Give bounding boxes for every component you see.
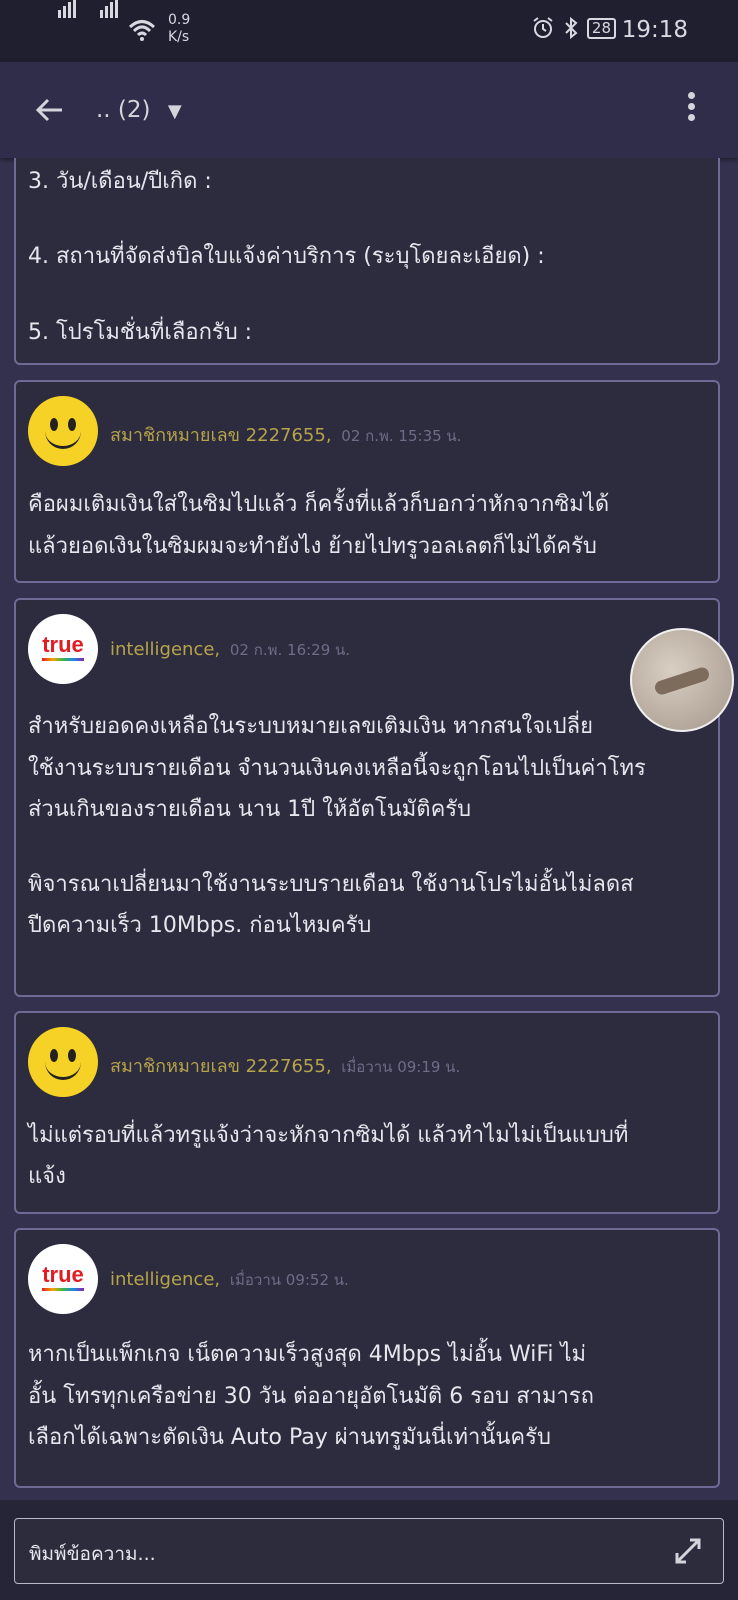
form-card: 3. วัน/เดือน/ปีเกิด : 4. สถานที่จัดส่งบิ… bbox=[14, 158, 720, 365]
message-input[interactable]: พิมพ์ข้อความ... bbox=[14, 1518, 724, 1584]
message-feed[interactable]: 3. วัน/เดือน/ปีเกิด : 4. สถานที่จัดส่งบิ… bbox=[0, 158, 738, 1500]
battery-icon: 28 bbox=[586, 17, 616, 39]
message-text: ไม่แต่รอบที่แล้วทรูแจ้งว่าจะหักจากซิมได้… bbox=[28, 1123, 629, 1148]
true-logo: true bbox=[28, 1244, 98, 1314]
author-name[interactable]: intelligence, bbox=[110, 639, 220, 660]
message-time: เมื่อวาน 09:52 น. bbox=[229, 1271, 349, 1289]
network-speed: 0.9 K/s bbox=[168, 12, 191, 45]
clock: 19:18 bbox=[621, 17, 688, 43]
message-time: 02 ก.พ. 16:29 น. bbox=[229, 641, 351, 659]
author-name[interactable]: สมาชิกหมายเลข 2227655, bbox=[110, 1056, 332, 1077]
message-author: intelligence, 02 ก.พ. 16:29 น. bbox=[110, 638, 350, 662]
status-bar: 0.9 K/s 28 19:18 bbox=[0, 0, 738, 62]
form-line: 3. วัน/เดือน/ปีเกิด : bbox=[28, 169, 212, 194]
chevron-down-icon: ▼ bbox=[167, 101, 182, 122]
message-author: สมาชิกหมายเลข 2227655, เมื่อวาน 09:19 น. bbox=[110, 1051, 460, 1080]
message-time: 02 ก.พ. 15:35 น. bbox=[341, 427, 462, 445]
expand-icon[interactable] bbox=[673, 1536, 703, 1566]
message-text: ปีดความเร็ว 10Mbps. ก่อนไหมครับ bbox=[28, 913, 372, 938]
composer-bar: พิมพ์ข้อความ... bbox=[0, 1500, 738, 1600]
form-line: 5. โปรโมชั่นที่เลือกรับ : bbox=[28, 320, 253, 345]
message-text: สำหรับยอดคงเหลือในระบบหมายเลขเติมเงิน หา… bbox=[28, 714, 593, 739]
message-card: สมาชิกหมายเลข 2227655, 02 ก.พ. 15:35 น. … bbox=[14, 380, 720, 583]
thread-title: .. (2) bbox=[96, 97, 151, 123]
form-line: 4. สถานที่จัดส่งบิลใบแจ้งค่าบริการ (ระบุ… bbox=[28, 244, 545, 269]
message-card: สมาชิกหมายเลข 2227655, เมื่อวาน 09:19 น.… bbox=[14, 1011, 720, 1214]
message-time: เมื่อวาน 09:19 น. bbox=[341, 1058, 461, 1076]
message-text: เลือกได้เฉพาะตัดเงิน Auto Pay ผ่านทรูมัน… bbox=[28, 1425, 551, 1450]
message-text: หากเป็นแพ็กเกจ เน็ตความเร็วสูงสุด 4Mbps … bbox=[28, 1342, 587, 1367]
status-icons: 28 bbox=[531, 16, 616, 40]
message-text: คือผมเติมเงินใส่ในซิมไปแล้ว ก็ครั้งที่แล… bbox=[28, 492, 610, 517]
message-input-placeholder: พิมพ์ข้อความ... bbox=[29, 1543, 156, 1565]
smiley-icon bbox=[28, 1027, 98, 1097]
message-text: ส่วนเกินของรายเดือน นาน 1ปี ให้อัตโนมัติ… bbox=[28, 797, 472, 822]
message-author: สมาชิกหมายเลข 2227655, 02 ก.พ. 15:35 น. bbox=[110, 420, 461, 449]
smiley-icon bbox=[28, 396, 98, 466]
true-logo: true bbox=[28, 614, 98, 684]
message-author: intelligence, เมื่อวาน 09:52 น. bbox=[110, 1268, 349, 1292]
author-name[interactable]: intelligence, bbox=[110, 1269, 220, 1290]
thread-title-dropdown[interactable]: .. (2) ▼ bbox=[96, 97, 182, 123]
message-text: แล้วยอดเงินในซิมผมจะทำยังไง ย้ายไปทรูวอล… bbox=[28, 534, 597, 559]
message-text: พิจารณาเปลี่ยนมาใช้งานระบบรายเดือน ใช้งา… bbox=[28, 872, 634, 897]
floating-chat-head[interactable] bbox=[630, 628, 734, 732]
more-options-icon[interactable] bbox=[684, 92, 698, 128]
app-bar: .. (2) ▼ bbox=[0, 62, 738, 158]
author-name[interactable]: สมาชิกหมายเลข 2227655, bbox=[110, 425, 332, 446]
message-text: อั้น โทรทุกเครือข่าย 30 วัน ต่ออายุอัตโน… bbox=[28, 1384, 594, 1409]
alarm-icon bbox=[533, 17, 553, 38]
wifi-icon bbox=[128, 20, 156, 41]
message-text: ใช้งานระบบรายเดือน จำนวนเงินคงเหลือนี้จะ… bbox=[28, 756, 646, 781]
bluetooth-icon bbox=[565, 16, 578, 40]
back-arrow-icon[interactable] bbox=[32, 92, 68, 128]
message-card: true intelligence, เมื่อวาน 09:52 น. หาก… bbox=[14, 1228, 720, 1488]
message-text: แจ้ง bbox=[28, 1164, 66, 1189]
message-card: true intelligence, 02 ก.พ. 16:29 น. สำหร… bbox=[14, 598, 720, 997]
